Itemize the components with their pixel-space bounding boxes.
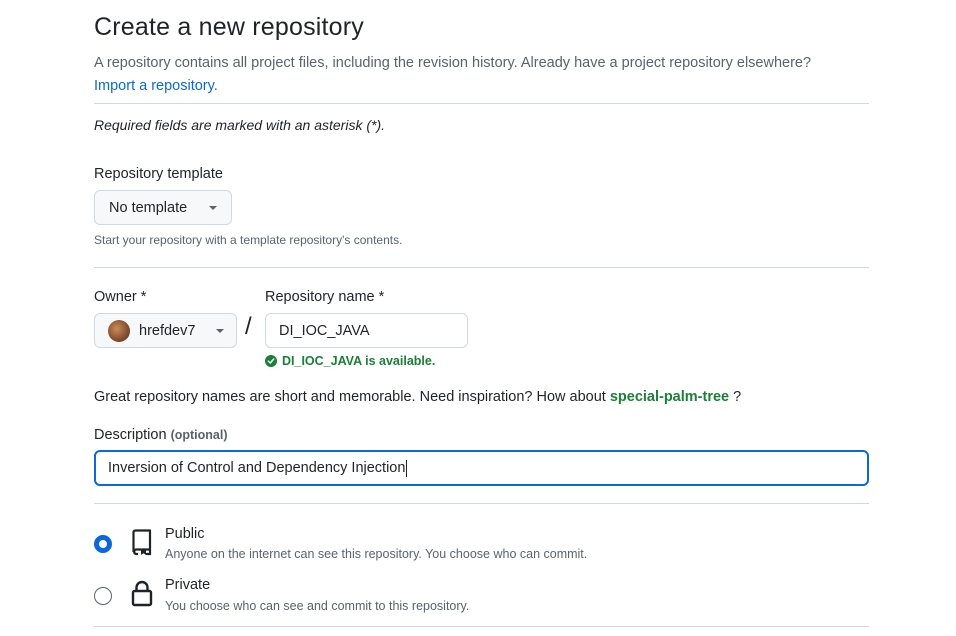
owner-select-button[interactable]: hrefdev7 [94,313,237,348]
name-suggestion-link[interactable]: special-palm-tree [610,389,729,405]
inspiration-text: Great repository names are short and mem… [94,389,606,405]
text-cursor [406,459,408,477]
repo-name-label: Repository name * [265,289,385,305]
description-input[interactable]: Inversion of Control and Dependency Inje… [94,450,869,486]
public-title: Public [165,526,205,542]
import-repository-link[interactable]: Import a repository. [94,78,218,94]
owner-label: Owner * [94,289,147,305]
repo-name-availability: DI_IOC_JAVA is available. [265,354,435,368]
template-selected-value: No template [109,199,188,216]
visibility-divider [94,626,869,627]
required-fields-note: Required fields are marked with an aster… [94,117,386,133]
inspiration-suffix: ? [733,389,742,405]
avatar [108,319,130,342]
check-circle-icon [265,355,277,367]
private-title: Private [165,577,211,593]
description-optional-tag: (optional) [170,428,228,442]
description-label-text: Description [94,427,167,443]
owner-repo-separator: / [245,313,252,340]
chevron-down-icon [209,205,217,210]
page-title: Create a new repository [94,13,365,41]
template-label: Repository template [94,166,223,182]
template-hint: Start your repository with a template re… [94,233,403,247]
repo-name-input[interactable]: DI_IOC_JAVA [265,313,468,348]
private-description: You choose who can see and commit to thi… [165,599,470,613]
page-subtitle: A repository contains all project files,… [94,52,869,98]
subtitle-text: A repository contains all project files,… [94,55,812,71]
public-radio[interactable] [94,535,112,553]
description-value: Inversion of Control and Dependency Inje… [108,460,406,476]
description-label: Description (optional) [94,427,228,443]
description-divider [94,503,869,504]
owner-selected-value: hrefdev7 [139,322,196,339]
lock-icon [131,580,153,612]
repo-name-value: DI_IOC_JAVA [279,322,370,339]
chevron-down-icon [216,328,224,333]
template-divider [94,267,869,268]
template-select-button[interactable]: No template [94,190,232,225]
private-radio[interactable] [94,587,112,605]
availability-text: DI_IOC_JAVA is available. [282,354,436,368]
header-divider [94,103,869,104]
public-description: Anyone on the internet can see this repo… [165,547,588,561]
repo-icon [131,528,153,561]
name-inspiration: Great repository names are short and mem… [94,389,741,405]
